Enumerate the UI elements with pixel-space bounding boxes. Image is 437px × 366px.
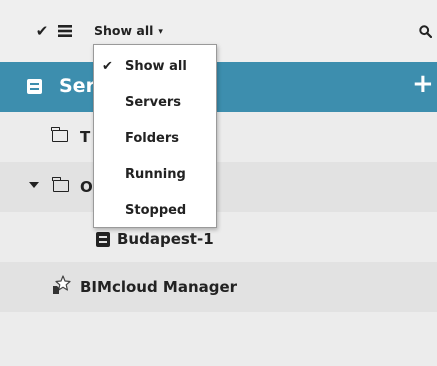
search-icon[interactable]	[417, 22, 433, 40]
menu-item-label: Show all	[125, 59, 187, 74]
add-button[interactable]: +	[412, 69, 434, 99]
tree-row-folder[interactable]: T	[0, 112, 437, 162]
folder-icon	[52, 177, 69, 192]
chevron-down-icon[interactable]	[29, 182, 39, 188]
checkmark-icon: ✔	[102, 59, 113, 74]
menu-item-label: Servers	[125, 95, 182, 110]
tree-row-manager[interactable]: BIMcloud Manager	[0, 262, 437, 312]
app-window: ✔ Show all ▾ Servers + T O	[0, 0, 437, 366]
menu-item-label: Stopped	[125, 203, 187, 218]
menu-item-stopped[interactable]: Stopped	[94, 193, 216, 229]
menu-item-label: Running	[125, 167, 186, 182]
checkmark-icon[interactable]: ✔	[33, 22, 51, 40]
toolbar: ✔ Show all ▾	[0, 0, 437, 62]
tree-row-label: T	[80, 128, 91, 146]
menu-item-servers[interactable]: Servers	[94, 85, 216, 121]
filter-label: Show all	[94, 23, 154, 38]
server-icon	[96, 232, 110, 247]
tree-row-label: O	[80, 178, 93, 196]
manager-star-icon	[50, 274, 72, 296]
tree-row-label: Budapest-1	[117, 230, 214, 248]
servers-header: Servers +	[0, 62, 437, 112]
tree-row-label: BIMcloud Manager	[80, 278, 238, 296]
menu-item-label: Folders	[125, 131, 180, 146]
filter-menu: ✔ Show all Servers Folders Running Stopp…	[93, 44, 217, 228]
list-icon[interactable]	[56, 22, 74, 40]
menu-item-show-all[interactable]: ✔ Show all	[94, 49, 216, 85]
server-icon	[27, 79, 42, 94]
tree-empty-area	[0, 312, 437, 366]
tree-row-folder[interactable]: O	[0, 162, 437, 212]
chevron-down-icon: ▾	[158, 27, 163, 37]
menu-item-running[interactable]: Running	[94, 157, 216, 193]
filter-dropdown[interactable]: Show all ▾	[94, 23, 163, 39]
folder-icon	[51, 127, 68, 142]
tree-row-server[interactable]: Budapest-1	[0, 212, 437, 262]
menu-item-folders[interactable]: Folders	[94, 121, 216, 157]
